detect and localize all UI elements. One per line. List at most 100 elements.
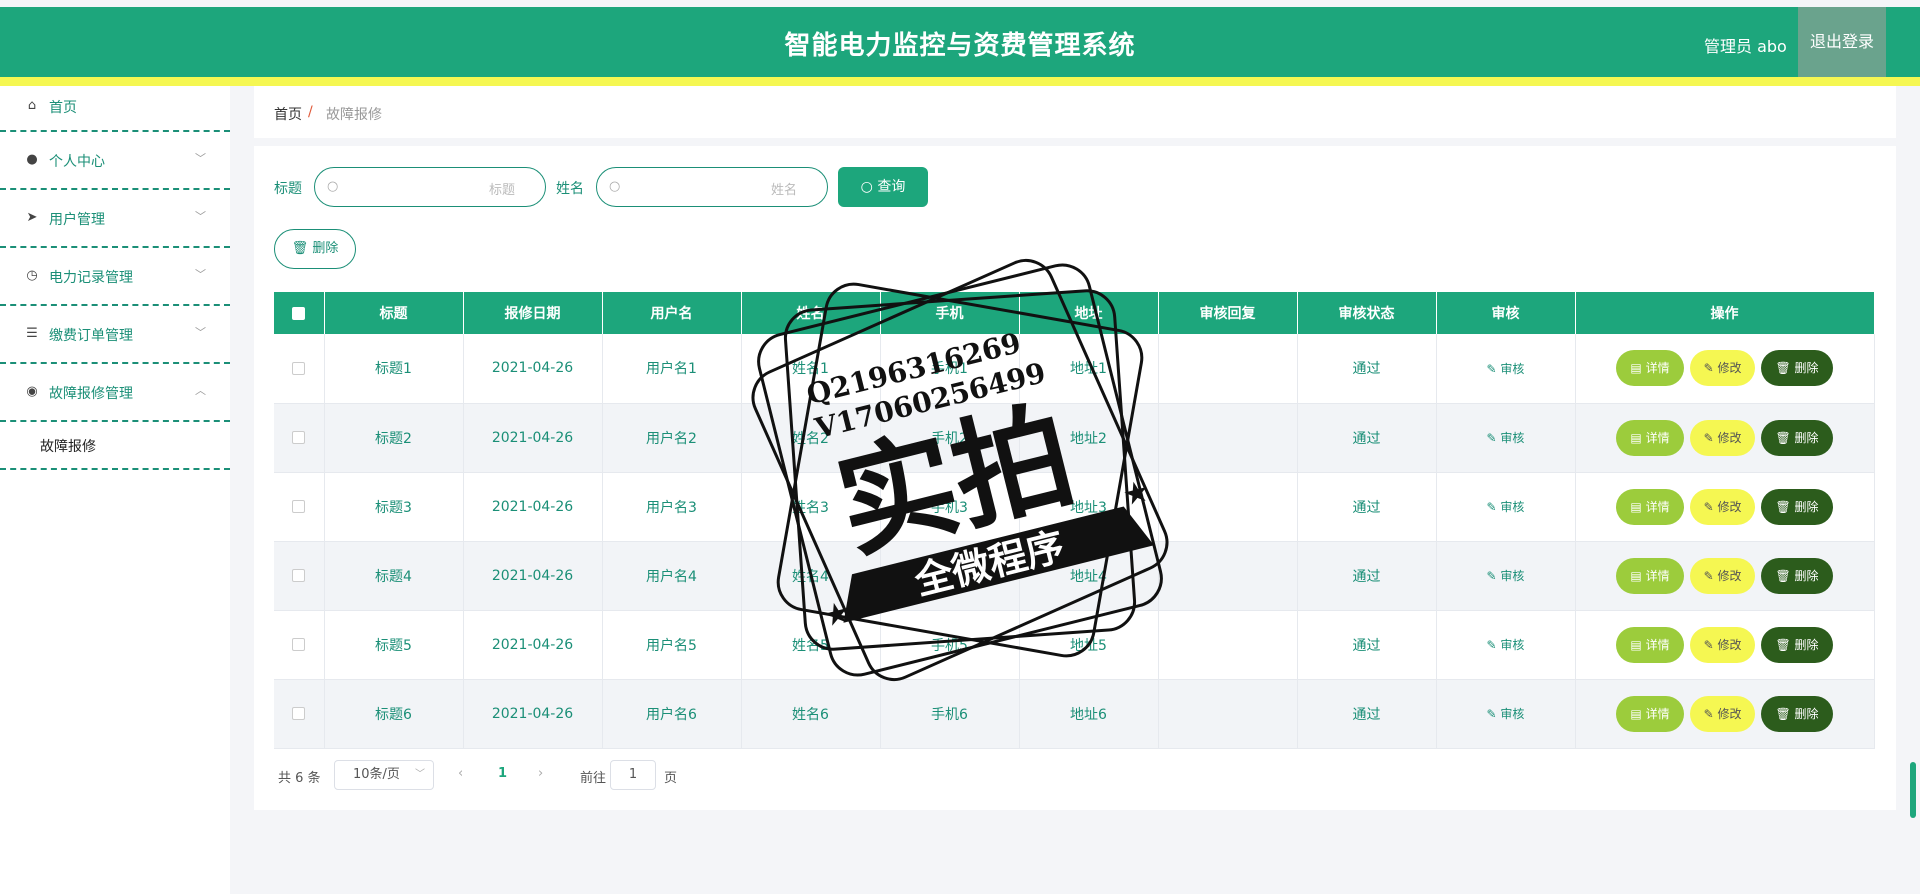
sidebar-item-home[interactable]: ⌂ 首页 xyxy=(0,86,230,132)
row-checkbox[interactable] xyxy=(292,638,306,651)
delete-button[interactable]: 🗑 删除 xyxy=(1761,557,1833,594)
edit-label: 修改 xyxy=(1717,637,1742,652)
row-checkbox[interactable] xyxy=(292,361,306,375)
col-header-date[interactable]: 报修日期 xyxy=(463,292,603,334)
detail-button[interactable]: ▤ 详情 xyxy=(1616,350,1684,387)
col-header-username[interactable]: 用户名 xyxy=(602,292,742,334)
cell-address: 地址4 xyxy=(1019,541,1159,611)
edit-button[interactable]: ✎ 修改 xyxy=(1689,350,1756,387)
col-header-actions: 操作 xyxy=(1575,292,1875,334)
query-button[interactable]: ○ 查询 xyxy=(838,167,928,207)
audit-button[interactable]: ✎ 审核 xyxy=(1487,431,1525,445)
audit-button[interactable]: ✎ 审核 xyxy=(1487,638,1525,652)
document-icon: ▤ xyxy=(1630,637,1646,652)
logout-button[interactable]: 退出登录 xyxy=(1798,7,1886,77)
prev-page-icon[interactable]: ‹ xyxy=(458,766,463,781)
delete-button[interactable]: 🗑 删除 xyxy=(1761,350,1833,387)
sidebar-item-power-records[interactable]: ◷ 电力记录管理 ﹀ xyxy=(0,248,230,306)
total-count: 共 6 条 xyxy=(278,771,321,786)
sidebar-item-personal-center[interactable]: ● 个人中心 ﹀ xyxy=(0,132,230,190)
cell-reply xyxy=(1158,541,1298,611)
edit-button[interactable]: ✎ 修改 xyxy=(1689,557,1756,594)
edit-button[interactable]: ✎ 修改 xyxy=(1689,695,1756,732)
col-header-phone[interactable]: 手机 xyxy=(880,292,1020,334)
col-header-reply[interactable]: 审核回复 xyxy=(1158,292,1298,334)
edit-button[interactable]: ✎ 修改 xyxy=(1689,626,1756,663)
sidebar-item-payment-orders[interactable]: ☰ 缴费订单管理 ﹀ xyxy=(0,306,230,364)
name-search-input[interactable]: ○ 姓名 xyxy=(596,167,828,207)
cell-title: 标题3 xyxy=(324,472,464,542)
row-checkbox[interactable] xyxy=(292,431,306,444)
row-checkbox[interactable] xyxy=(292,500,306,513)
goto-label: 前往 xyxy=(580,771,607,786)
audit-button[interactable]: ✎ 审核 xyxy=(1487,500,1525,514)
delete-button[interactable]: 🗑 删除 xyxy=(1761,626,1833,663)
row-select-cell xyxy=(274,679,325,749)
detail-label: 详情 xyxy=(1645,706,1670,721)
list-icon: ☰ xyxy=(26,326,38,341)
delete-label: 删除 xyxy=(1794,499,1819,514)
detail-button[interactable]: ▤ 详情 xyxy=(1616,695,1684,732)
delete-button[interactable]: 🗑 删除 xyxy=(1761,695,1833,732)
cell-phone: 手机1 xyxy=(880,334,1020,404)
col-header-name[interactable]: 姓名 xyxy=(741,292,881,334)
row-checkbox[interactable] xyxy=(292,569,306,582)
document-icon: ▤ xyxy=(1630,361,1646,376)
sidebar-item-label: 故障报修管理 xyxy=(49,386,133,402)
detail-button[interactable]: ▤ 详情 xyxy=(1616,419,1684,456)
col-header-title[interactable]: 标题 xyxy=(324,292,464,334)
cell-actions: ▤ 详情 ✎ 修改 🗑 删除 xyxy=(1575,403,1875,473)
scrollbar-thumb[interactable] xyxy=(1910,762,1916,818)
repair-table: 标题 报修日期 用户名 姓名 手机 地址 审核回复 审核状态 审核 操作 标题1… xyxy=(274,292,1875,749)
col-header-status[interactable]: 审核状态 xyxy=(1297,292,1437,334)
detail-button[interactable]: ▤ 详情 xyxy=(1616,626,1684,663)
page-size-select[interactable]: 10条/页 ﹀ xyxy=(334,760,434,790)
goto-page-input[interactable]: 1 xyxy=(610,760,656,790)
cell-title: 标题6 xyxy=(324,679,464,749)
cell-phone: 手机4 xyxy=(880,541,1020,611)
detail-button[interactable]: ▤ 详情 xyxy=(1616,557,1684,594)
top-header: 智能电力监控与资费管理系统 管理员 abo 退出登录 xyxy=(0,7,1920,77)
delete-button[interactable]: 🗑 删除 xyxy=(1761,488,1833,525)
cell-status: 通过 xyxy=(1297,541,1437,611)
edit-label: 修改 xyxy=(1717,430,1742,445)
search-icon: ○ xyxy=(860,179,878,195)
row-checkbox[interactable] xyxy=(292,707,306,720)
cell-name: 姓名6 xyxy=(741,679,881,749)
sidebar-subitem-repair[interactable]: 故障报修 xyxy=(0,422,230,470)
detail-button[interactable]: ▤ 详情 xyxy=(1616,488,1684,525)
detail-label: 详情 xyxy=(1645,430,1670,445)
table-row: 标题6 2021-04-26 用户名6 姓名6 手机6 地址6 通过 ✎ 审核 ▤ 详情 ✎ 修改… xyxy=(274,679,1875,749)
cell-date: 2021-04-26 xyxy=(463,334,603,404)
audit-button[interactable]: ✎ 审核 xyxy=(1487,569,1525,583)
edit-button[interactable]: ✎ 修改 xyxy=(1689,419,1756,456)
location-icon: ◉ xyxy=(26,384,38,399)
edit-icon: ✎ xyxy=(1486,638,1501,652)
document-icon: ▤ xyxy=(1630,706,1646,721)
sidebar-item-repair-management[interactable]: ◉ 故障报修管理 ︿ xyxy=(0,364,230,422)
home-icon: ⌂ xyxy=(27,98,37,113)
header-accent-bar xyxy=(0,77,1920,86)
table-header-row: 标题 报修日期 用户名 姓名 手机 地址 审核回复 审核状态 审核 操作 xyxy=(274,292,1875,334)
col-header-address[interactable]: 地址 xyxy=(1019,292,1159,334)
edit-icon: ✎ xyxy=(1703,706,1718,721)
detail-label: 详情 xyxy=(1645,637,1670,652)
next-page-icon[interactable]: › xyxy=(538,766,543,781)
delete-button[interactable]: 🗑 删除 xyxy=(1761,419,1833,456)
breadcrumb-home[interactable]: 首页 xyxy=(274,104,302,124)
sidebar-subitem-label: 故障报修 xyxy=(40,439,96,455)
page-number[interactable]: 1 xyxy=(498,766,507,781)
sidebar-item-user-management[interactable]: ➤ 用户管理 ﹀ xyxy=(0,190,230,248)
cell-reply xyxy=(1158,334,1298,404)
title-search-input[interactable]: ○ 标题 xyxy=(314,167,546,207)
cell-status: 通过 xyxy=(1297,403,1437,473)
search-icon: ○ xyxy=(609,179,621,194)
batch-delete-button[interactable]: 🗑 删除 xyxy=(274,229,356,269)
audit-button[interactable]: ✎ 审核 xyxy=(1487,707,1525,721)
select-all-checkbox[interactable] xyxy=(292,306,306,320)
audit-button[interactable]: ✎ 审核 xyxy=(1487,362,1525,376)
edit-button[interactable]: ✎ 修改 xyxy=(1689,488,1756,525)
chevron-down-icon: ﹀ xyxy=(195,268,206,281)
batch-delete-label: 删除 xyxy=(312,241,339,256)
cell-audit: ✎ 审核 xyxy=(1436,541,1576,611)
